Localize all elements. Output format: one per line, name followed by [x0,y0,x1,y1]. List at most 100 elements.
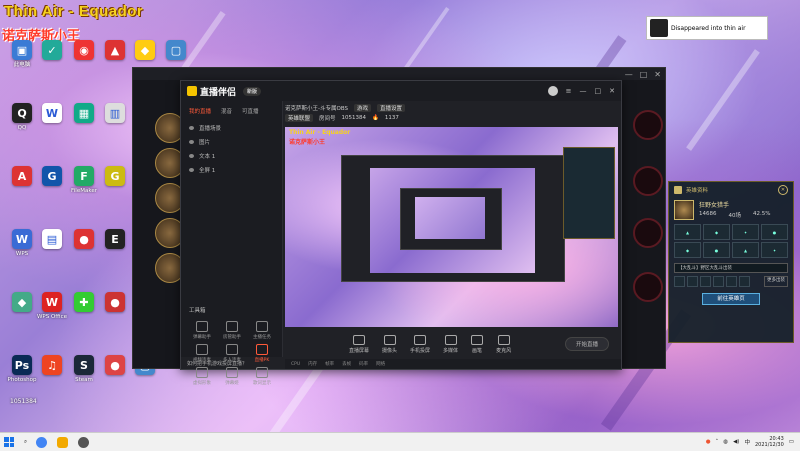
room-title[interactable]: 诺克萨斯小王-斗专属OBS [285,104,348,112]
desktop-icon[interactable]: ▤ [34,229,70,275]
desktop-icon[interactable]: G [34,166,70,212]
chrome-taskbar-icon[interactable] [36,436,48,448]
rune-icon[interactable]: ● [703,242,730,258]
eye-icon[interactable] [189,154,194,158]
toolbox-item[interactable]: 虚拟形象 [187,367,217,386]
media-button[interactable]: 多媒体 [443,334,458,354]
item-icon[interactable] [687,276,698,287]
rune-icon[interactable]: ◆ [703,224,730,240]
tab-mixer[interactable]: 混音 [221,107,232,115]
clock[interactable]: 20:43 2021/12/30 [755,436,784,448]
desktop-icon[interactable]: ♫ [34,355,70,401]
item-icon[interactable] [700,276,711,287]
rune-icon[interactable]: ✦ [761,242,788,258]
close-icon[interactable]: ✕ [778,185,788,195]
app-icon: W [42,292,62,312]
network-icon[interactable]: ◍ [723,439,728,445]
more-builds-button[interactable]: 更多出装 [764,276,788,287]
close-button[interactable]: ✕ [609,87,615,95]
help-link[interactable]: 如何把手机游戏投屏直播？ [187,360,247,367]
user-avatar[interactable] [547,86,558,96]
source-controls: 直播屏幕 摄像头 手机投屏 多媒体 画笔 麦克风 开始直播 [285,331,615,357]
eye-icon[interactable] [189,126,194,130]
app-icon: Q [12,103,32,123]
maximize-button[interactable]: □ [640,70,648,79]
tray-icon[interactable]: ● [706,439,711,445]
windows-start-icon[interactable] [4,437,14,447]
minimize-button[interactable]: — [625,70,633,79]
volume-icon[interactable]: ◀) [733,439,739,445]
scene-item[interactable]: 文本 1 [181,149,282,163]
nested-preview-image [370,168,535,273]
summoner-slot-ring [633,272,663,302]
app-icon: ▣ [12,40,32,60]
scene-label: 全屏 1 [199,168,216,174]
toolbox-item[interactable]: 主播任务 [247,321,277,340]
league-taskbar-icon[interactable] [78,436,90,448]
rune-icon[interactable]: ▲ [732,242,759,258]
microphone-button[interactable]: 麦克风 [496,334,511,354]
notification-text: Disappeared into thin air [671,24,746,32]
tool-icon [226,321,238,332]
outer-window-titlebar: — □ ✕ [133,68,665,80]
app-icon: G [42,166,62,186]
stream-preview[interactable]: Thin Air - Equador 诺克萨斯小王 [285,127,618,327]
eye-icon[interactable] [189,168,194,172]
item-icon[interactable] [713,276,724,287]
scene-item[interactable]: 全屏 1 [181,163,282,177]
app-logo: 直播伴侣 新版 [187,85,262,98]
tool-label: 房管助手 [223,335,241,340]
toolbox-item[interactable]: 歌词显示 [247,367,277,386]
input-language[interactable]: 中 [744,438,750,446]
desktop-icon-label: QQ [17,125,27,131]
item-row: 更多出装 [669,276,793,287]
eye-icon[interactable] [189,140,194,144]
rune-icon[interactable]: ✦ [732,224,759,240]
tool-label: 弹幕姬 [225,381,239,386]
tab-my-live[interactable]: 我的直播 [189,107,211,115]
category-pill[interactable]: 游戏 [353,104,371,112]
scene-item[interactable]: 直播场景 [181,121,282,135]
status-item: 码率 [359,362,369,367]
desktop-icon-label: Photoshop [7,377,37,383]
phone-cast-button[interactable]: 手机投屏 [410,334,430,354]
toolbox-item[interactable]: 直播PK [247,344,277,363]
item-icon[interactable] [674,276,685,287]
scene-sidebar: 我的直播 混音 可直播 直播场景 图片 文本 1 全屏 1 工具箱 弹幕助手 房管… [181,101,283,386]
search-icon[interactable]: ⌕ [24,439,27,446]
app-icon: G [105,166,125,186]
camera-icon [383,334,396,345]
desktop-icon[interactable]: W WPS Office [34,292,70,338]
camera-button[interactable]: 摄像头 [382,334,397,354]
build-select[interactable]: 【大乱斗】野区大乱斗出装 [674,263,788,273]
item-icon[interactable] [739,276,750,287]
hero-page-button[interactable]: 前往英雄页 [702,293,760,305]
toolbox-item[interactable]: 弹幕助手 [187,321,217,340]
menu-icon[interactable]: ≡ [566,87,572,95]
music-notification[interactable]: Disappeared into thin air [646,16,768,40]
item-icon[interactable] [726,276,737,287]
toolbox-item[interactable]: 弹幕姬 [217,367,247,386]
chevron-up-icon[interactable]: ˄ [716,439,719,445]
close-button[interactable]: ✕ [654,70,661,79]
scene-item[interactable]: 图片 [181,135,282,149]
desktop-icon[interactable]: W [34,103,70,149]
desktop-icon[interactable]: ✓ [34,40,70,86]
minimize-button[interactable]: — [580,87,587,95]
settings-pill[interactable]: 直播设置 [377,104,406,112]
rune-icon[interactable]: ● [761,224,788,240]
tag-pill[interactable]: 英雄联盟 [285,114,314,122]
start-live-button[interactable]: 开始直播 [564,337,609,351]
tool-label: 虚拟形象 [193,381,211,386]
notification-center-icon[interactable]: ▭ [789,439,794,445]
stream-app-taskbar-icon[interactable] [57,436,69,448]
desktop-icon-label: Steam [75,377,93,383]
nested-hero-panel [563,147,615,239]
screen-capture-button[interactable]: 直播屏幕 [349,334,369,354]
tab-available[interactable]: 可直播 [242,107,259,115]
maximize-button[interactable]: □ [595,87,602,95]
rune-icon[interactable]: ◆ [674,242,701,258]
rune-icon[interactable]: ▲ [674,224,701,240]
toolbox-item[interactable]: 房管助手 [217,321,247,340]
brush-button[interactable]: 画笔 [471,334,484,354]
